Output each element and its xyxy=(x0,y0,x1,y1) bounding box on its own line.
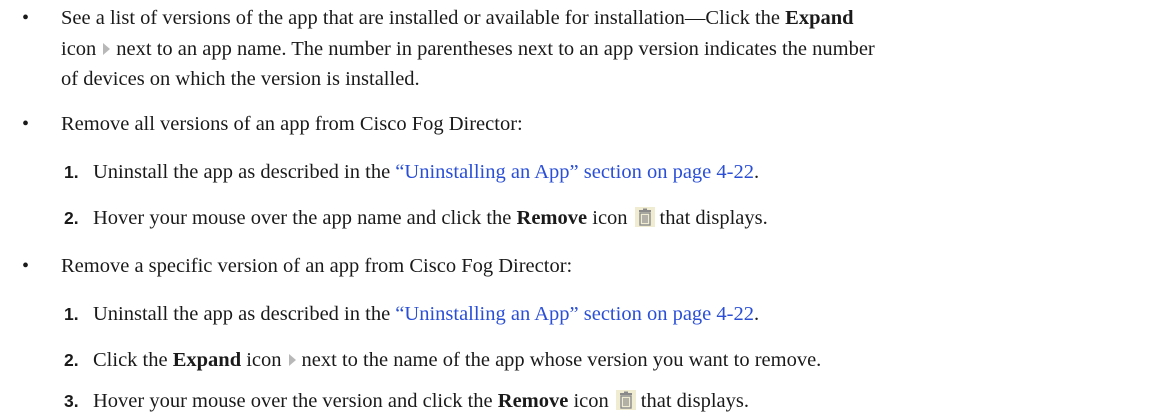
bullet-1-line-3: of devices on which the version is insta… xyxy=(61,67,420,91)
step-period: . xyxy=(753,161,760,183)
step-text: Hover your mouse over the version and cl… xyxy=(93,390,498,412)
expand-term: Expand xyxy=(172,349,242,371)
bullet-1-end: of devices on which the version is insta… xyxy=(61,68,420,90)
bullet-3-step-3-body: Hover your mouse over the version and cl… xyxy=(93,389,749,413)
step-text-end: next to the name of the app whose versio… xyxy=(301,349,822,371)
step-number: 2. xyxy=(64,208,79,228)
bullet-2-text: Remove all versions of an app from Cisco… xyxy=(61,113,523,135)
bullet-3-step-2-body: Click the Expand icon next to the name of… xyxy=(93,348,821,372)
bullet-1-text: See a list of versions of the app that a… xyxy=(61,7,786,29)
step-number: 3. xyxy=(64,391,79,411)
document-page: • See a list of versions of the app that… xyxy=(0,0,1163,415)
expand-triangle-icon xyxy=(286,350,298,366)
bullet-2-step-2: 2. xyxy=(64,206,79,230)
step-text-end: that displays. xyxy=(640,390,749,412)
bullet-2-line: Remove all versions of an app from Cisco… xyxy=(61,112,523,136)
step-text: Click the xyxy=(93,349,173,371)
bullet-1-line-2: icon next to an app name. The number in p… xyxy=(61,37,875,61)
step-period: . xyxy=(753,303,760,325)
bullet-3-line: Remove a specific version of an app from… xyxy=(61,254,572,278)
bullet-3-step-3: 3. xyxy=(64,389,79,413)
bullet-3-text: Remove a specific version of an app from… xyxy=(61,255,573,277)
bullet-3-step-1-body: Uninstall the app as described in the “U… xyxy=(93,302,759,326)
bullet-marker: • xyxy=(22,113,30,135)
bullet-1-continued: next to an app name. The number in paren… xyxy=(116,38,875,60)
icon-word: icon xyxy=(587,207,628,229)
icon-word: icon xyxy=(568,390,609,412)
bullet-2-step-1-body: Uninstall the app as described in the “U… xyxy=(93,160,759,184)
step-text: Hover your mouse over the app name and c… xyxy=(93,207,517,229)
uninstalling-an-app-link[interactable]: “Uninstalling an App” section on page 4-… xyxy=(395,161,754,183)
uninstalling-an-app-link[interactable]: “Uninstalling an App” section on page 4-… xyxy=(395,303,754,325)
bullet-marker: • xyxy=(22,7,30,29)
step-number: 1. xyxy=(64,304,79,324)
bullet-marker: • xyxy=(22,255,30,277)
trash-icon xyxy=(634,206,656,228)
remove-term: Remove xyxy=(516,207,588,229)
bullet-3-step-1: 1. xyxy=(64,302,79,326)
expand-triangle-icon xyxy=(100,39,112,55)
step-number: 2. xyxy=(64,350,79,370)
bullet-2-step-1: 1. xyxy=(64,160,79,184)
bullet-2-step-2-body: Hover your mouse over the app name and c… xyxy=(93,206,768,230)
icon-word: icon xyxy=(241,349,282,371)
bullet-1-line-1: See a list of versions of the app that a… xyxy=(61,6,854,30)
step-text-end: that displays. xyxy=(659,207,768,229)
bullet-3-step-2: 2. xyxy=(64,348,79,372)
icon-word: icon xyxy=(61,38,97,60)
step-text: Uninstall the app as described in the xyxy=(93,161,396,183)
trash-icon xyxy=(615,389,637,411)
step-text: Uninstall the app as described in the xyxy=(93,303,396,325)
remove-term: Remove xyxy=(497,390,569,412)
step-number: 1. xyxy=(64,162,79,182)
expand-term: Expand xyxy=(785,7,854,29)
